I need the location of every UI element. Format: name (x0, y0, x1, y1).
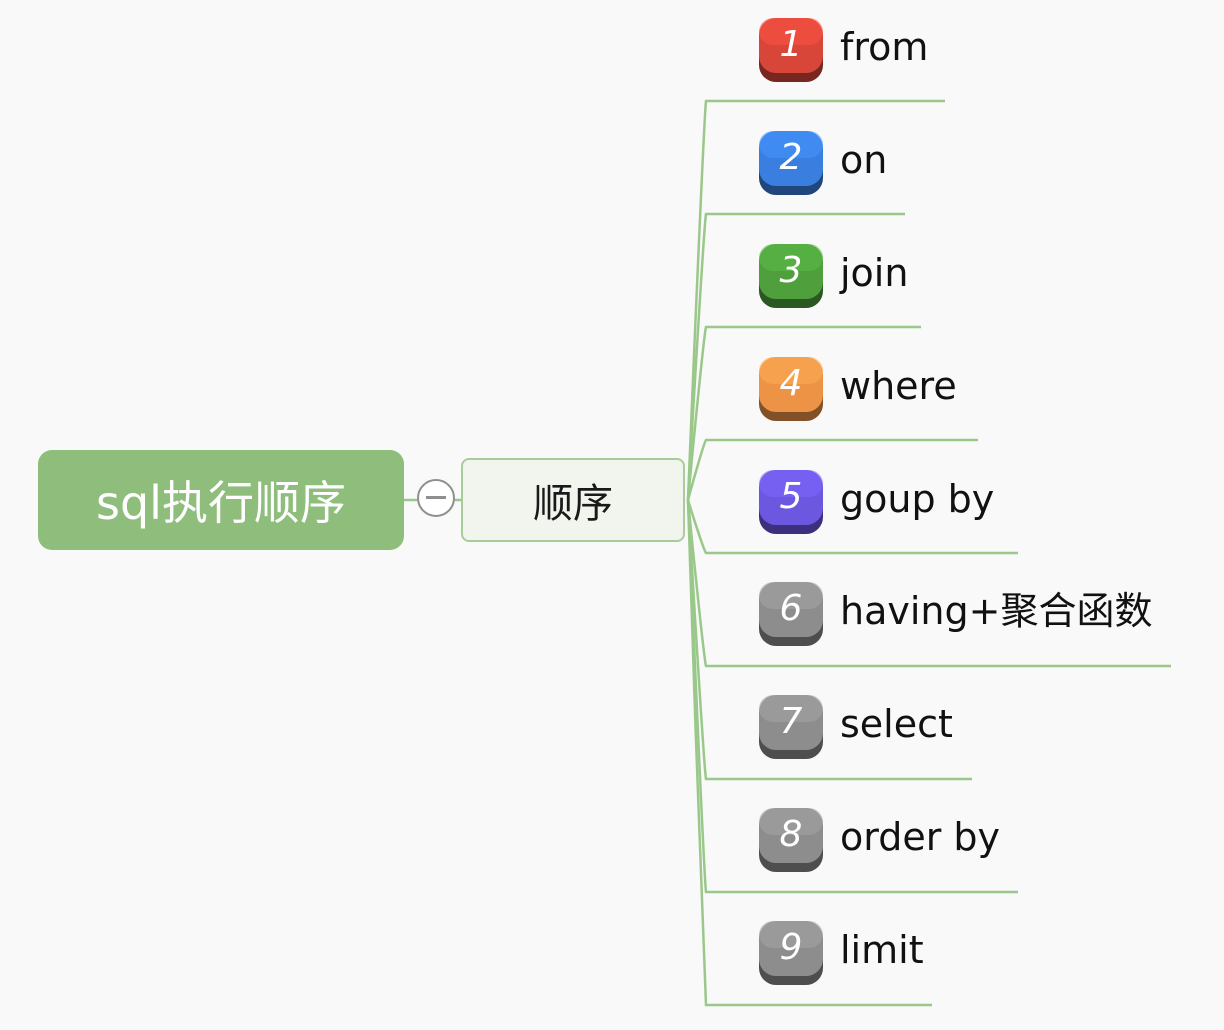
subtopic-label[interactable]: where (840, 362, 957, 410)
step-number: 1 (779, 24, 803, 65)
subtopic-label[interactable]: on (840, 136, 887, 184)
step-number: 9 (779, 927, 803, 968)
step-badge-icon: 3 (758, 243, 824, 309)
collapse-toggle-icon[interactable] (417, 479, 455, 517)
subtopic-label[interactable]: order by (840, 813, 1000, 861)
step-number: 7 (779, 701, 803, 742)
branch-topic-label: 顺序 (533, 481, 613, 527)
step-number: 3 (779, 250, 803, 291)
subtopic-label[interactable]: having+聚合函数 (840, 587, 1152, 635)
subtopic-label[interactable]: select (840, 700, 953, 748)
step-badge-icon: 8 (758, 807, 824, 873)
step-badge-icon: 5 (758, 469, 824, 535)
step-badge-icon: 6 (758, 581, 824, 647)
step-badge-icon: 4 (758, 356, 824, 422)
step-badge-icon: 1 (758, 17, 824, 83)
subtopic-label[interactable]: limit (840, 926, 924, 974)
step-number: 6 (779, 588, 803, 629)
root-topic[interactable]: sql执行顺序 (38, 450, 404, 550)
step-number: 5 (779, 476, 803, 517)
subtopic-label[interactable]: join (840, 249, 908, 297)
step-badge-icon: 9 (758, 920, 824, 986)
step-number: 8 (779, 814, 803, 855)
step-number: 2 (779, 137, 803, 178)
step-badge-icon: 7 (758, 694, 824, 760)
subtopic-label[interactable]: from (840, 23, 928, 71)
root-topic-label: sql执行顺序 (96, 476, 346, 530)
step-number: 4 (779, 363, 803, 404)
step-badge-icon: 2 (758, 130, 824, 196)
subtopic-label[interactable]: goup by (840, 475, 994, 523)
branch-topic[interactable]: 顺序 (461, 458, 685, 542)
